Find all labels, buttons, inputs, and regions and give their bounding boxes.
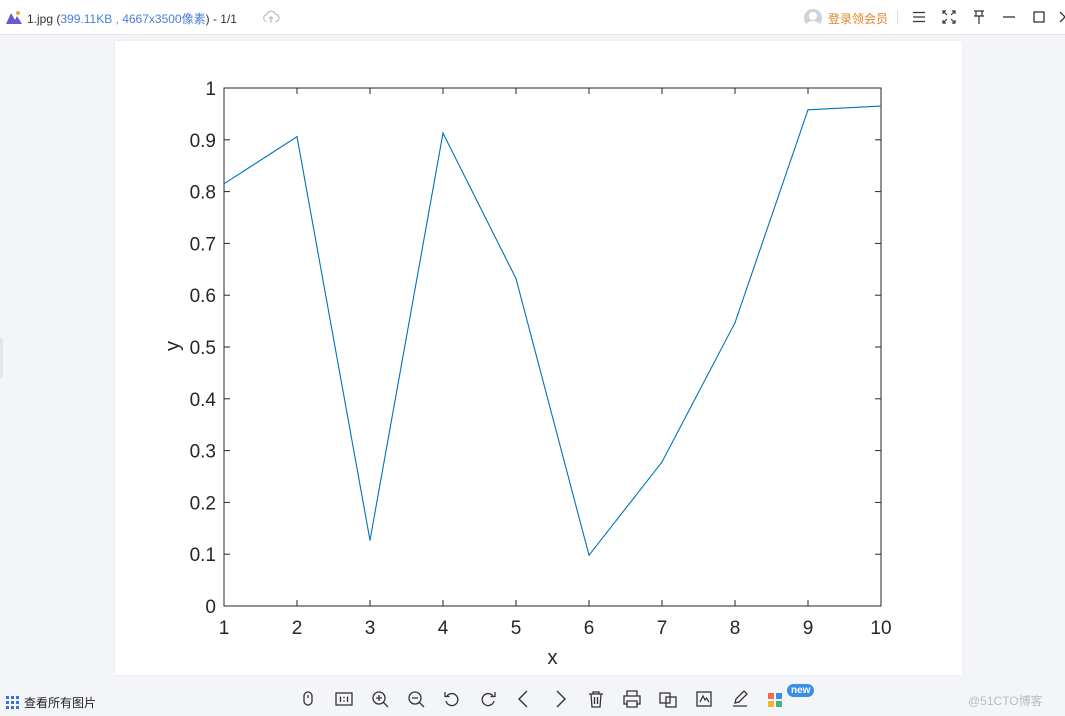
menu-icon bbox=[913, 11, 925, 23]
compare-icon bbox=[659, 692, 677, 708]
y-tick-label: 0.7 bbox=[190, 234, 216, 255]
fullscreen-button[interactable] bbox=[940, 8, 958, 26]
y-tick-label: 0.2 bbox=[190, 493, 216, 514]
data-point bbox=[807, 109, 809, 111]
y-tick-label: 0.8 bbox=[190, 183, 216, 204]
delete-button[interactable] bbox=[585, 688, 607, 710]
page-counter: 1/1 bbox=[220, 12, 237, 26]
y-tick-label: 0.3 bbox=[190, 442, 216, 463]
menu-button[interactable] bbox=[910, 8, 928, 26]
x-tick-label: 9 bbox=[803, 618, 814, 639]
print-button[interactable] bbox=[621, 688, 643, 710]
edit-icon bbox=[733, 690, 748, 707]
convert-icon bbox=[696, 691, 712, 707]
y-tick-label: 0.4 bbox=[190, 390, 217, 411]
plot-frame bbox=[223, 87, 882, 607]
title-bar: 1.jpg (399.11KB , 4667x3500像素) - 1/1 登录领… bbox=[0, 0, 1065, 35]
divider bbox=[897, 10, 898, 24]
y-tick-label: 0.6 bbox=[190, 286, 216, 307]
actual-size-icon bbox=[335, 692, 353, 706]
delete-icon bbox=[589, 691, 603, 708]
compare-button[interactable] bbox=[657, 688, 679, 710]
x-tick-label: 6 bbox=[584, 618, 595, 639]
login-label: 登录领会员 bbox=[828, 11, 889, 26]
x-tick-label: 10 bbox=[870, 618, 891, 639]
minimize-button[interactable] bbox=[1000, 8, 1018, 26]
x-tick-label: 5 bbox=[511, 618, 522, 639]
minimize-icon bbox=[1003, 16, 1015, 18]
watermark: @51CTO博客 bbox=[968, 694, 1043, 708]
file-meta: 399.11KB , 4667x3500像素 bbox=[60, 12, 206, 26]
y-tick-label: 0.1 bbox=[190, 545, 216, 566]
print-icon bbox=[623, 690, 641, 708]
fullscreen-icon bbox=[942, 10, 956, 24]
y-tick-label: 0.5 bbox=[190, 338, 216, 359]
x-tick-label: 2 bbox=[292, 618, 303, 639]
x-tick-label: 8 bbox=[730, 618, 741, 639]
login-button[interactable]: 登录领会员 bbox=[804, 8, 888, 28]
window-title: 1.jpg (399.11KB , 4667x3500像素) - 1/1 bbox=[27, 12, 237, 26]
data-point bbox=[442, 132, 444, 134]
close-button[interactable] bbox=[1056, 8, 1065, 26]
convert-button[interactable] bbox=[693, 688, 715, 710]
data-point bbox=[223, 183, 225, 185]
data-point bbox=[588, 554, 590, 556]
zoom-out-icon bbox=[408, 691, 425, 708]
apps-icon bbox=[768, 693, 782, 707]
y-tick-label: 1 bbox=[205, 79, 216, 100]
x-tick-label: 3 bbox=[365, 618, 376, 639]
close-icon bbox=[1059, 11, 1065, 23]
x-tick-label: 7 bbox=[657, 618, 668, 639]
bottom-toolbar: 查看所有图片 new @51CTO博客 bbox=[0, 680, 1065, 716]
series-layer bbox=[223, 105, 882, 557]
edit-button[interactable] bbox=[729, 688, 751, 710]
data-point bbox=[369, 539, 371, 541]
y-tick-label: 0 bbox=[205, 597, 216, 618]
series-line bbox=[223, 105, 882, 557]
pin-icon bbox=[974, 10, 984, 24]
app-logo-icon bbox=[6, 11, 22, 24]
x-axis-label: x bbox=[548, 647, 558, 669]
next-icon bbox=[556, 690, 566, 708]
data-point bbox=[661, 461, 663, 463]
cloud-upload-icon[interactable] bbox=[262, 9, 280, 25]
data-point bbox=[734, 322, 736, 324]
pin-button[interactable] bbox=[970, 8, 988, 26]
zoom-in-button[interactable] bbox=[369, 688, 391, 710]
line-chart: 1 2 3 4 5 6 7 8 9 1000.10.20.30.40.50.60.70.80.91… bbox=[162, 79, 892, 669]
y-tick-label: 0.9 bbox=[190, 131, 216, 152]
zoom-in-icon bbox=[372, 691, 389, 708]
mouse-mode-button[interactable] bbox=[297, 688, 319, 710]
maximize-button[interactable] bbox=[1030, 8, 1048, 26]
x-tick-label: 1 bbox=[219, 618, 230, 639]
data-point bbox=[515, 278, 517, 280]
avatar-icon bbox=[804, 9, 822, 27]
ticks: 1 2 3 4 5 6 7 8 9 10 0 0.1 0.2 0.3 0.4 0.5 0.6 0.7 0.8 0.9 1 bbox=[190, 79, 892, 639]
previous-icon bbox=[518, 690, 528, 708]
maximize-icon bbox=[1033, 11, 1045, 23]
left-panel-handle[interactable] bbox=[0, 338, 3, 378]
rotate-right-icon bbox=[481, 692, 496, 707]
data-point bbox=[296, 136, 298, 138]
rotate-left-icon bbox=[444, 692, 459, 707]
mouse-icon bbox=[303, 691, 313, 706]
new-badge: new bbox=[787, 684, 815, 697]
previous-button[interactable] bbox=[513, 688, 535, 710]
rotate-right-button[interactable] bbox=[477, 688, 499, 710]
grid-icon bbox=[6, 696, 19, 709]
rotate-left-button[interactable] bbox=[441, 688, 463, 710]
actual-size-button[interactable] bbox=[333, 688, 355, 710]
data-point bbox=[880, 105, 882, 107]
file-name: 1.jpg bbox=[27, 12, 54, 26]
view-all-label: 查看所有图片 bbox=[24, 696, 97, 710]
x-tick-label: 4 bbox=[438, 618, 449, 639]
next-button[interactable] bbox=[549, 688, 571, 710]
axes bbox=[223, 87, 882, 607]
apps-button[interactable] bbox=[765, 688, 787, 710]
zoom-out-button[interactable] bbox=[405, 688, 427, 710]
view-all-button[interactable]: 查看所有图片 bbox=[6, 694, 96, 711]
image-canvas: 1 2 3 4 5 6 7 8 9 10 0 0.1 0.2 0.3 0.4 0.5 0.6 0.7 0.8 0.9 1… bbox=[115, 41, 962, 675]
y-axis-label: y bbox=[162, 341, 184, 351]
